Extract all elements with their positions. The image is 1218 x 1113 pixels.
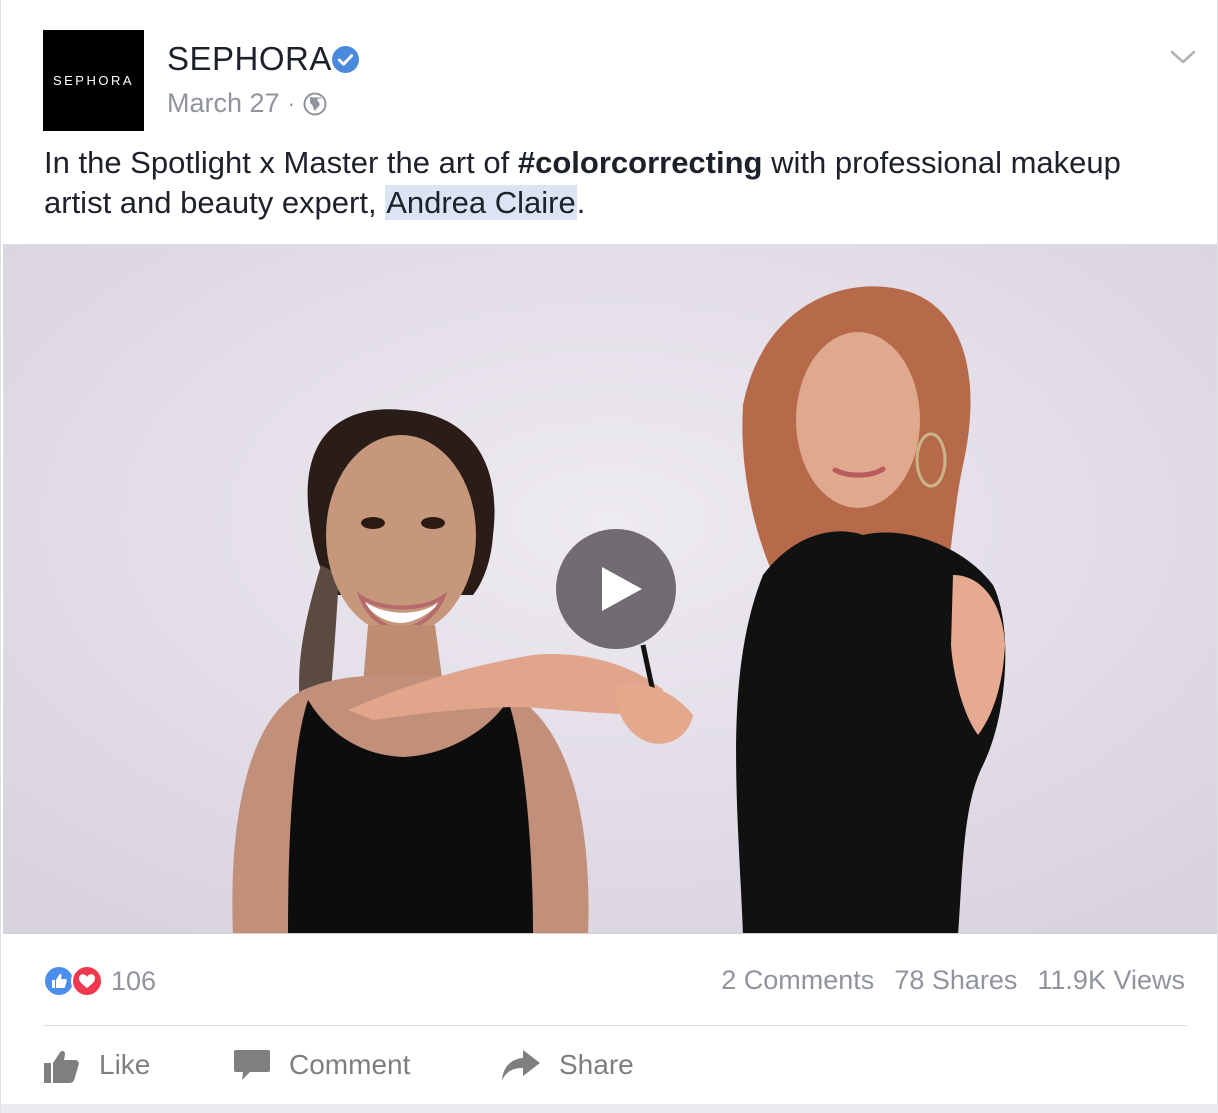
mention-link[interactable]: Andrea Claire — [385, 185, 577, 220]
comment-button[interactable]: Comment — [233, 1047, 501, 1083]
post-meta: March 27 · — [167, 88, 327, 119]
share-label: Share — [559, 1049, 634, 1080]
like-button[interactable]: Like — [43, 1046, 233, 1084]
like-label: Like — [99, 1049, 151, 1080]
message-text-start: In the Spotlight x Master the art of — [44, 145, 518, 180]
share-button[interactable]: Share — [501, 1048, 634, 1082]
video-player[interactable] — [3, 244, 1217, 934]
verified-badge-icon — [332, 46, 359, 73]
reaction-count: 106 — [111, 965, 157, 996]
share-arrow-icon — [502, 1050, 540, 1080]
hashtag-link[interactable]: #colorcorrecting — [518, 145, 763, 180]
avatar-logo-text: SEPHORA — [52, 73, 135, 88]
feed-gap — [1, 1104, 1218, 1113]
page-name-link[interactable]: SEPHORA — [167, 40, 332, 78]
post-timestamp[interactable]: March 27 — [167, 88, 280, 119]
play-icon — [602, 567, 642, 611]
action-divider — [43, 1025, 1187, 1026]
message-text-end: . — [576, 185, 586, 220]
views-count: 11.9K Views — [1037, 965, 1185, 995]
chevron-down-icon[interactable] — [1169, 46, 1197, 68]
globe-icon[interactable] — [303, 92, 327, 116]
love-reaction-icon — [71, 965, 103, 997]
engagement-stats: 2 Comments 78 Shares 11.9K Views — [721, 965, 1185, 996]
comment-icon — [234, 1050, 270, 1080]
play-button[interactable] — [556, 529, 676, 649]
reactions-summary[interactable]: 106 — [43, 965, 156, 997]
post-card: SEPHORA SEPHORA March 27 · In the Spotli… — [0, 0, 1218, 1113]
comment-label: Comment — [289, 1049, 411, 1080]
meta-separator: · — [287, 90, 295, 116]
shares-count-link[interactable]: 78 Shares — [894, 965, 1017, 996]
thumbs-up-icon — [44, 1051, 79, 1083]
action-bar: Like Comment Share — [43, 1040, 634, 1090]
comments-count-link[interactable]: 2 Comments — [721, 965, 874, 996]
page-avatar[interactable]: SEPHORA — [43, 30, 144, 131]
post-message: In the Spotlight x Master the art of #co… — [44, 143, 1184, 223]
